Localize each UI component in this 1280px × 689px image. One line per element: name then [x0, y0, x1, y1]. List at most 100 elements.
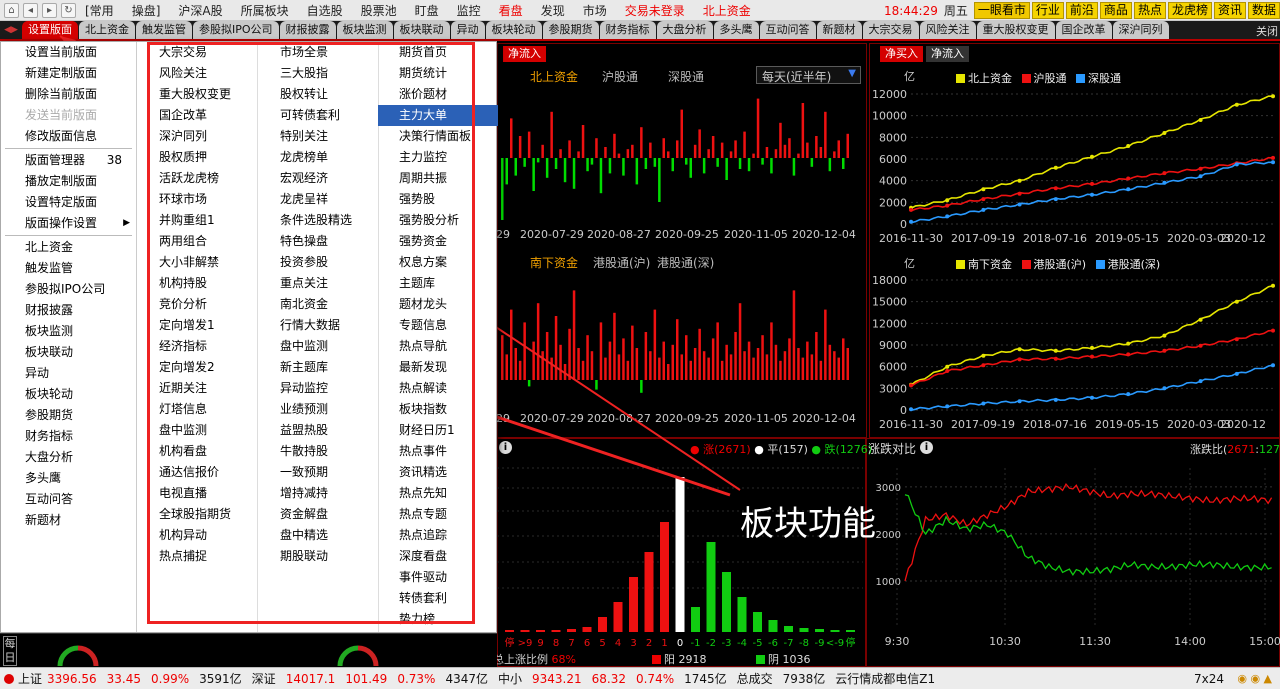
col3-item-4[interactable]: 特别关注	[259, 126, 378, 147]
col2-item-7[interactable]: 环球市场	[138, 189, 257, 210]
col2-item-8[interactable]: 并购重组1	[138, 210, 257, 231]
col4-item-16[interactable]: 热点解读	[378, 378, 498, 399]
col4-item-7[interactable]: 强势股	[378, 189, 498, 210]
col2-item-14[interactable]: 经济指标	[138, 336, 257, 357]
sh-label[interactable]: 上证	[18, 670, 42, 687]
col4-item-18[interactable]: 财经日历1	[378, 420, 498, 441]
menu-item-16[interactable]: 板块联动	[1, 342, 136, 363]
server-label[interactable]: 云行情成都电信Z1	[835, 670, 935, 687]
col4-item-24[interactable]: 深度看盘	[378, 546, 498, 567]
col3-item-24[interactable]: 期股联动	[259, 546, 378, 567]
col3-item-3[interactable]: 可转债套利	[259, 105, 378, 126]
col3-item-7[interactable]: 龙虎呈祥	[259, 189, 378, 210]
col4-item-26[interactable]: 转债套利	[378, 588, 498, 609]
menu-item-24[interactable]: 新题材	[1, 510, 136, 531]
menu-item-13[interactable]: 参股拟IPO公司	[1, 279, 136, 300]
col2-item-15[interactable]: 定向增发2	[138, 357, 257, 378]
sz-label[interactable]: 深证	[252, 670, 276, 687]
col4-item-11[interactable]: 主题库	[378, 273, 498, 294]
menu-item-20[interactable]: 财务指标	[1, 426, 136, 447]
col4-item-8[interactable]: 强势股分析	[378, 210, 498, 231]
status-icons[interactable]: ◉ ◉ ▲	[1237, 672, 1272, 685]
menu-item-11[interactable]: 北上资金	[1, 237, 136, 258]
col2-item-21[interactable]: 电视直播	[138, 483, 257, 504]
col3-item-6[interactable]: 宏观经济	[259, 168, 378, 189]
col3-item-18[interactable]: 益盟热股	[259, 420, 378, 441]
col2-item-19[interactable]: 机构看盘	[138, 441, 257, 462]
menu-item-1[interactable]: 新建定制版面	[1, 63, 136, 84]
menu-item-19[interactable]: 参股期货	[1, 405, 136, 426]
col3-item-0[interactable]: 市场全景	[259, 42, 378, 63]
col2-item-1[interactable]: 风险关注	[138, 63, 257, 84]
col2-item-20[interactable]: 通达信报价	[138, 462, 257, 483]
col3-item-1[interactable]: 三大股指	[259, 63, 378, 84]
col4-item-10[interactable]: 权息方案	[378, 252, 498, 273]
col2-item-23[interactable]: 机构异动	[138, 525, 257, 546]
col4-item-5[interactable]: 主力监控	[378, 147, 498, 168]
menu-item-6[interactable]: 版面管理器 38	[1, 150, 136, 171]
col4-item-2[interactable]: 涨价题材	[378, 84, 498, 105]
col2-item-22[interactable]: 全球股指期货	[138, 504, 257, 525]
col3-item-22[interactable]: 资金解盘	[259, 504, 378, 525]
col4-item-22[interactable]: 热点专题	[378, 504, 498, 525]
menu-item-21[interactable]: 大盘分析	[1, 447, 136, 468]
col2-item-13[interactable]: 定向增发1	[138, 315, 257, 336]
menu-item-9[interactable]: 版面操作设置 ▶	[1, 213, 136, 234]
col4-item-13[interactable]: 专题信息	[378, 315, 498, 336]
col3-item-23[interactable]: 盘中精选	[259, 525, 378, 546]
col3-item-14[interactable]: 盘中监测	[259, 336, 378, 357]
menu-item-0[interactable]: 设置当前版面	[1, 42, 136, 63]
col4-item-0[interactable]: 期货首页	[378, 42, 498, 63]
col3-item-5[interactable]: 龙虎榜单	[259, 147, 378, 168]
menu-item-15[interactable]: 板块监测	[1, 321, 136, 342]
col4-item-1[interactable]: 期货统计	[378, 63, 498, 84]
col3-item-9[interactable]: 特色操盘	[259, 231, 378, 252]
col2-item-4[interactable]: 深沪同列	[138, 126, 257, 147]
col4-item-17[interactable]: 板块指数	[378, 399, 498, 420]
col3-item-15[interactable]: 新主题库	[259, 357, 378, 378]
menu-item-4[interactable]: 修改版面信息	[1, 126, 136, 147]
col2-item-16[interactable]: 近期关注	[138, 378, 257, 399]
menu-item-18[interactable]: 板块轮动	[1, 384, 136, 405]
menu-item-2[interactable]: 删除当前版面	[1, 84, 136, 105]
col2-item-10[interactable]: 大小非解禁	[138, 252, 257, 273]
col2-item-5[interactable]: 股权质押	[138, 147, 257, 168]
menu-item-17[interactable]: 异动	[1, 363, 136, 384]
col2-item-11[interactable]: 机构持股	[138, 273, 257, 294]
col4-item-4[interactable]: 决策行情面板	[378, 126, 498, 147]
col2-item-3[interactable]: 国企改革	[138, 105, 257, 126]
col2-item-24[interactable]: 热点捕捉	[138, 546, 257, 567]
col4-item-21[interactable]: 热点先知	[378, 483, 498, 504]
col2-item-2[interactable]: 重大股权变更	[138, 84, 257, 105]
menu-item-8[interactable]: 设置特定版面	[1, 192, 136, 213]
menu-item-23[interactable]: 互动问答	[1, 489, 136, 510]
menu-item-12[interactable]: 触发监管	[1, 258, 136, 279]
col2-item-6[interactable]: 活跃龙虎榜	[138, 168, 257, 189]
col4-item-19[interactable]: 热点事件	[378, 441, 498, 462]
col2-item-18[interactable]: 盘中监测	[138, 420, 257, 441]
zx-label[interactable]: 中小	[498, 670, 522, 687]
col2-item-9[interactable]: 两用组合	[138, 231, 257, 252]
col4-item-23[interactable]: 热点追踪	[378, 525, 498, 546]
col3-item-8[interactable]: 条件选股精选	[259, 210, 378, 231]
col4-item-12[interactable]: 题材龙头	[378, 294, 498, 315]
col3-item-20[interactable]: 一致预期	[259, 462, 378, 483]
col3-item-2[interactable]: 股权转让	[259, 84, 378, 105]
col4-item-25[interactable]: 事件驱动	[378, 567, 498, 588]
col3-item-19[interactable]: 牛散持股	[259, 441, 378, 462]
col4-item-15[interactable]: 最新发现	[378, 357, 498, 378]
col3-item-17[interactable]: 业绩预测	[259, 399, 378, 420]
col4-item-9[interactable]: 强势资金	[378, 231, 498, 252]
col2-item-17[interactable]: 灯塔信息	[138, 399, 257, 420]
col3-item-16[interactable]: 异动监控	[259, 378, 378, 399]
mode-label[interactable]: 7x24	[1194, 672, 1224, 686]
col4-item-27[interactable]: 势力榜	[378, 609, 498, 630]
col2-item-12[interactable]: 竞价分析	[138, 294, 257, 315]
col3-item-11[interactable]: 重点关注	[259, 273, 378, 294]
col3-item-12[interactable]: 南北资金	[259, 294, 378, 315]
col2-item-0[interactable]: 大宗交易	[138, 42, 257, 63]
col4-item-3[interactable]: 主力大单	[378, 105, 498, 126]
col4-item-14[interactable]: 热点导航	[378, 336, 498, 357]
col3-item-10[interactable]: 投资参股	[259, 252, 378, 273]
menu-item-14[interactable]: 财报披露	[1, 300, 136, 321]
